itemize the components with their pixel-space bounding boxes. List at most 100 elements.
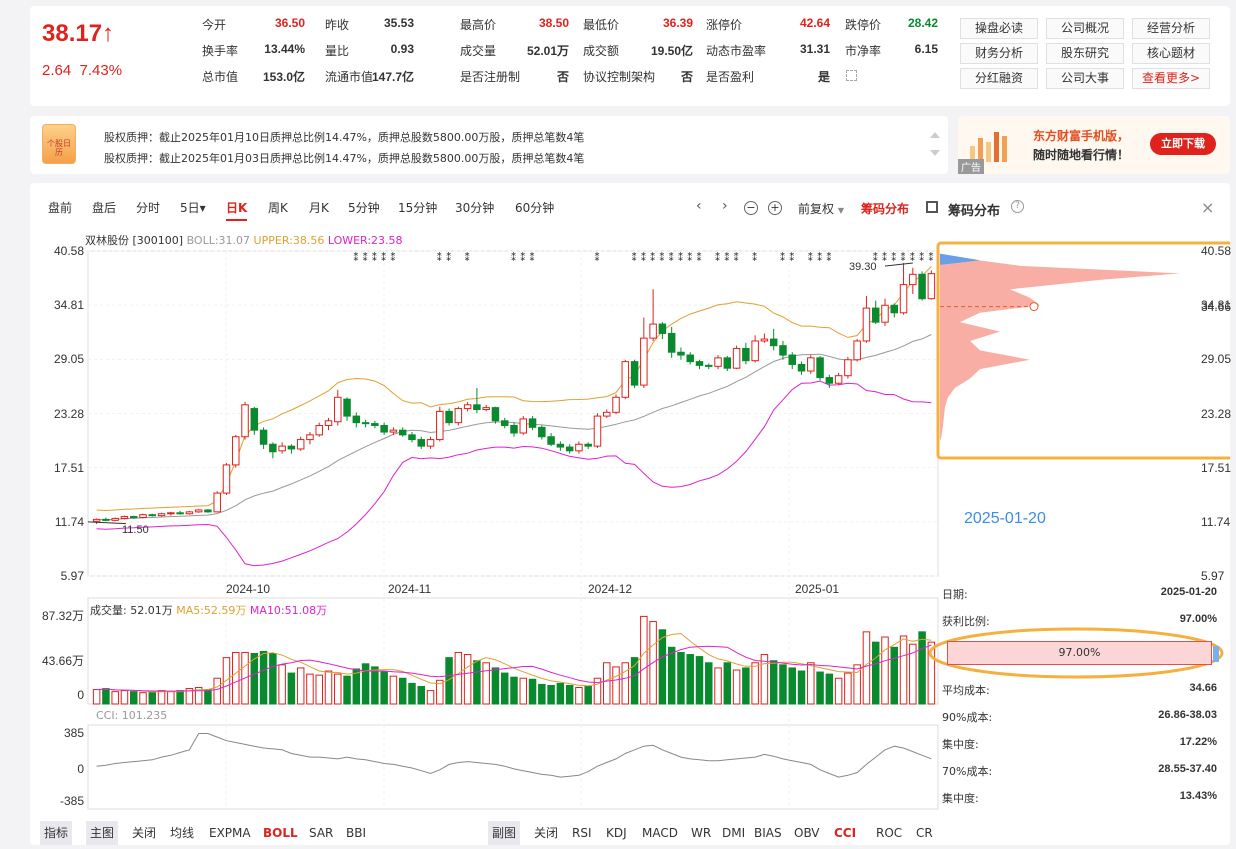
candle-body xyxy=(426,439,435,447)
cci-line xyxy=(96,733,932,778)
volume-bar xyxy=(844,672,852,705)
event-marker: ⁑ xyxy=(353,251,358,264)
candle-body xyxy=(334,396,342,423)
indicator-button[interactable]: CR xyxy=(912,821,937,845)
pledge-notice: 个股日历 股权质押：截止2025年01月10日质押总比例14.47%，质押总股数… xyxy=(30,116,948,174)
indicator-button[interactable]: 均线 xyxy=(166,821,198,845)
candle-body xyxy=(185,511,194,515)
indicator-button[interactable]: 副图 xyxy=(488,821,521,845)
quote-value: 6.15 xyxy=(914,42,938,56)
candle-body xyxy=(584,443,592,447)
volume-tick: 87.32万 xyxy=(41,609,84,623)
candle xyxy=(538,425,546,440)
volume-bar xyxy=(306,673,314,705)
download-button[interactable]: 立即下载 xyxy=(1150,133,1216,155)
scroll-up-icon[interactable] xyxy=(930,132,940,138)
chip-stat-label: 90%成本: xyxy=(942,711,993,724)
indicator-button[interactable]: OBV xyxy=(790,821,824,845)
quote-value: 否 xyxy=(556,70,569,84)
candle xyxy=(918,271,926,301)
indicator-button[interactable]: EXPMA xyxy=(205,821,255,845)
indicator-button[interactable]: CCI xyxy=(830,821,860,845)
candle-body xyxy=(705,364,713,367)
chip-stat-row: 70%成本: 28.55-37.40 xyxy=(942,763,1217,778)
volume-bar xyxy=(797,670,806,705)
price-tick: 17.51 xyxy=(53,460,84,475)
indicator-button[interactable]: DMI xyxy=(718,821,749,845)
candle-body xyxy=(371,423,379,426)
event-marker: ⁑ xyxy=(919,251,924,264)
indicator-button[interactable]: KDJ xyxy=(602,821,631,845)
indicator-button[interactable]: WR xyxy=(687,821,715,845)
candle-body xyxy=(287,445,296,450)
candle-body xyxy=(389,429,398,433)
indicator-button[interactable]: RSI xyxy=(568,821,596,845)
volume-bar xyxy=(157,690,166,705)
scroll-down-icon[interactable] xyxy=(930,150,940,156)
volume-bar xyxy=(426,690,435,705)
candle xyxy=(315,422,323,437)
volume-bar xyxy=(825,673,834,705)
candle-body xyxy=(445,410,453,424)
candle-body xyxy=(788,354,796,365)
candle-body xyxy=(918,273,926,300)
link-button[interactable]: 操盘必读 xyxy=(960,18,1038,39)
price-tick: 34.81 xyxy=(53,298,84,313)
volume-bar xyxy=(788,667,796,705)
link-button[interactable]: 经营分析 xyxy=(1132,18,1210,39)
candle xyxy=(361,419,370,428)
indicator-button[interactable]: BOLL xyxy=(259,821,302,845)
candle xyxy=(500,417,509,429)
event-marker: ⁑ xyxy=(882,251,887,264)
link-button[interactable]: 分红融资 xyxy=(960,68,1038,89)
candle xyxy=(445,408,453,426)
indicator-button[interactable]: MACD xyxy=(638,821,682,845)
candle xyxy=(565,444,574,454)
expand-icon[interactable] xyxy=(846,70,857,81)
candle-body xyxy=(306,434,314,441)
link-button[interactable]: 公司大事 xyxy=(1046,68,1124,89)
candle-body xyxy=(139,514,147,518)
link-button[interactable]: 财务分析 xyxy=(960,43,1038,64)
candle xyxy=(844,356,852,379)
volume-bar xyxy=(408,682,416,705)
candle xyxy=(380,422,388,435)
quote-label: 换手率 xyxy=(202,44,239,58)
candle xyxy=(732,345,741,370)
indicator-button[interactable]: 关闭 xyxy=(128,821,160,845)
candle xyxy=(649,289,657,341)
indicator-button[interactable]: 关闭 xyxy=(530,821,562,845)
event-marker: ⁑ xyxy=(826,251,831,264)
event-marker: ⁑ xyxy=(891,251,896,264)
chip-price-tick: 23.28 xyxy=(1201,406,1232,421)
indicator-button[interactable]: BIAS xyxy=(750,821,786,845)
candle xyxy=(519,416,528,435)
candle xyxy=(426,436,435,449)
cci-tick: -385 xyxy=(59,794,84,808)
indicator-button[interactable]: 主图 xyxy=(86,821,119,845)
candle xyxy=(139,513,147,519)
app-ad-banner[interactable]: 广告 东方财富手机版， 随时随地看行情！ 立即下载 xyxy=(958,116,1230,174)
volume-tick: 43.66万 xyxy=(41,654,84,668)
volume-bar xyxy=(278,664,286,705)
candle-body xyxy=(640,337,648,386)
volume-bar xyxy=(918,631,926,705)
link-button[interactable]: 股东研究 xyxy=(1046,43,1124,64)
indicator-button[interactable]: ROC xyxy=(872,821,906,845)
candle-body xyxy=(649,323,657,339)
calendar-icon[interactable]: 个股日历 xyxy=(42,124,76,164)
candle-body xyxy=(695,361,704,366)
link-button[interactable]: 公司概况 xyxy=(1046,18,1124,39)
indicator-button[interactable]: BBI xyxy=(342,821,370,845)
candle xyxy=(927,270,936,300)
candle-body xyxy=(473,404,481,411)
link-button[interactable]: 核心题材 xyxy=(1132,43,1210,64)
volume-bar xyxy=(640,615,648,705)
indicator-button[interactable]: 指标 xyxy=(40,821,73,845)
volume-bar xyxy=(287,672,296,705)
candle-body xyxy=(760,338,769,342)
chip-stat-row: 平均成本: 34.66 xyxy=(942,682,1217,697)
link-button[interactable]: 查看更多> xyxy=(1132,68,1210,89)
indicator-button[interactable]: SAR xyxy=(305,821,337,845)
volume-bar xyxy=(751,662,759,705)
